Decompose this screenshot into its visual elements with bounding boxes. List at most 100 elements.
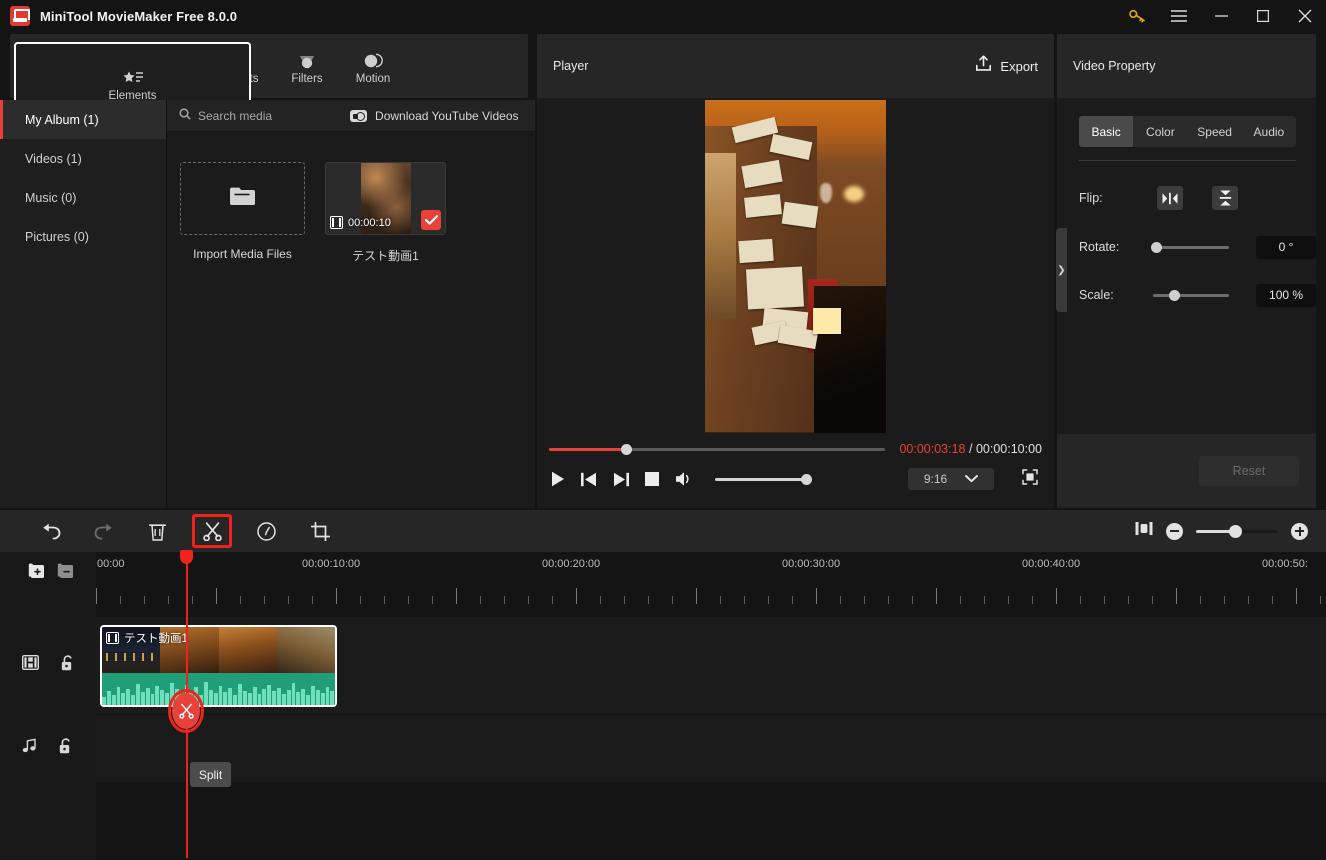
rotate-handle[interactable] — [1151, 241, 1163, 253]
media-duration: 00:00:10 — [348, 216, 391, 229]
volume-handle[interactable] — [801, 473, 812, 485]
tab-motion[interactable]: Motion — [340, 34, 406, 98]
ruler-tick — [552, 596, 553, 604]
speed-button[interactable] — [248, 516, 284, 546]
title-bar: MiniTool MovieMaker Free 8.0.0 — [0, 0, 1326, 32]
track-tools — [0, 552, 96, 585]
player-title: Player — [553, 59, 589, 73]
key-icon[interactable] — [1116, 0, 1158, 32]
export-upload-icon — [975, 55, 992, 77]
tab-speed[interactable]: Speed — [1188, 116, 1242, 147]
ruler-tick — [912, 596, 913, 604]
export-button[interactable]: Export — [975, 55, 1038, 77]
tab-basic[interactable]: Basic — [1079, 116, 1134, 147]
panel-collapse-handle[interactable]: ❯ — [1056, 228, 1067, 312]
preview-note — [781, 201, 819, 228]
maximize-icon[interactable] — [1242, 0, 1284, 32]
seek-handle[interactable] — [621, 443, 633, 455]
ruler-tick — [144, 596, 145, 604]
import-drop-zone[interactable] — [180, 162, 305, 235]
rotate-slider[interactable] — [1151, 241, 1230, 253]
unlock-icon[interactable] — [61, 654, 75, 676]
sidebar-item-music[interactable]: Music (0) — [0, 178, 166, 217]
ruler-tick — [744, 596, 745, 604]
scale-slider[interactable] — [1153, 289, 1230, 301]
scale-value[interactable]: 100 % — [1256, 283, 1316, 307]
seek-slider[interactable] — [549, 443, 886, 455]
hamburger-menu-icon[interactable] — [1158, 0, 1200, 32]
sidebar-item-pictures[interactable]: Pictures (0) — [0, 217, 166, 256]
video-preview-stage[interactable] — [537, 98, 1054, 434]
skip-forward-icon[interactable] — [613, 472, 629, 487]
split-button[interactable] — [192, 514, 232, 548]
crop-button[interactable] — [302, 516, 338, 546]
split-marker-button[interactable] — [168, 689, 204, 733]
minimize-icon[interactable] — [1200, 0, 1242, 32]
unlock-icon[interactable] — [59, 737, 73, 759]
zoom-out-icon[interactable] — [1166, 522, 1183, 540]
waveform-bar — [330, 691, 335, 705]
transport-controls: 9:16 — [537, 456, 1054, 490]
volume-icon[interactable] — [675, 471, 693, 487]
skip-back-icon[interactable] — [581, 472, 597, 487]
waveform-bar — [325, 687, 330, 705]
playhead-handle[interactable] — [180, 550, 193, 564]
search-input[interactable]: Search media — [179, 107, 272, 125]
close-icon[interactable] — [1284, 0, 1326, 32]
ruler-tick — [168, 596, 169, 604]
aspect-ratio-select[interactable]: 9:16 — [908, 468, 994, 490]
timeline-ruler[interactable]: 00:00 00:00:10:00 00:00:20:00 00:00:30:0… — [96, 552, 1326, 616]
preview-shelf — [705, 152, 736, 320]
tab-label: Filters — [291, 73, 323, 85]
fit-timeline-icon[interactable] — [1135, 521, 1153, 541]
waveform-bar — [121, 693, 126, 705]
current-time: 00:00:03:18 — [899, 442, 966, 456]
play-icon[interactable] — [551, 471, 565, 487]
ruler-tick — [432, 596, 433, 604]
ruler-tick — [1008, 596, 1009, 604]
ruler-tick — [192, 596, 193, 604]
tab-audio[interactable]: Audio — [1242, 116, 1296, 147]
media-item[interactable]: 00:00:10 テスト動画1 — [325, 162, 446, 264]
property-divider — [1079, 160, 1296, 161]
fullscreen-icon[interactable] — [1022, 468, 1038, 490]
volume-slider[interactable] — [715, 473, 812, 485]
flip-horizontal-icon[interactable] — [1157, 186, 1183, 210]
rotate-value[interactable]: 0 ° — [1256, 235, 1316, 259]
video-track-header — [0, 616, 96, 714]
app-title: MiniTool MovieMaker Free 8.0.0 — [40, 8, 238, 24]
tab-filters[interactable]: Filters — [274, 34, 340, 98]
ruler-tick — [792, 596, 793, 604]
flip-vertical-icon[interactable] — [1212, 186, 1238, 210]
zoom-in-icon[interactable] — [1291, 522, 1308, 540]
chevron-down-icon — [965, 472, 979, 486]
film-strip-icon — [330, 216, 343, 229]
media-library-panel: My Album (1) Videos (1) Music (0) Pictur… — [0, 100, 535, 508]
video-track[interactable]: テスト動画1 — [96, 616, 1326, 714]
import-media-cell[interactable]: Import Media Files — [180, 162, 305, 264]
ruler-tick — [864, 596, 865, 604]
sidebar-item-videos[interactable]: Videos (1) — [0, 139, 166, 178]
audio-track[interactable] — [96, 714, 1326, 782]
media-thumbnail[interactable]: 00:00:10 — [325, 162, 446, 235]
ruler-tick — [1032, 596, 1033, 604]
remove-track-icon[interactable] — [57, 563, 74, 585]
reset-button[interactable]: Reset — [1199, 456, 1299, 486]
delete-button[interactable] — [139, 516, 175, 546]
ruler-tick — [648, 596, 649, 604]
stop-icon[interactable] — [645, 472, 659, 486]
timeline-clip[interactable]: テスト動画1 — [100, 625, 337, 707]
waveform-bar — [204, 681, 208, 705]
ruler-tick — [960, 596, 961, 604]
sidebar-item-my-album[interactable]: My Album (1) — [0, 100, 166, 139]
add-track-icon[interactable] — [28, 563, 45, 585]
media-selected-checkbox[interactable] — [421, 210, 441, 230]
zoom-handle[interactable] — [1229, 524, 1243, 538]
download-youtube-button[interactable]: Download YouTube Videos — [350, 109, 519, 123]
undo-button[interactable] — [32, 516, 68, 546]
tab-color[interactable]: Color — [1133, 116, 1187, 147]
scale-handle[interactable] — [1169, 289, 1181, 301]
waveform-bar — [150, 694, 155, 705]
timeline-zoom-slider[interactable] — [1196, 524, 1278, 538]
redo-button[interactable] — [86, 516, 122, 546]
